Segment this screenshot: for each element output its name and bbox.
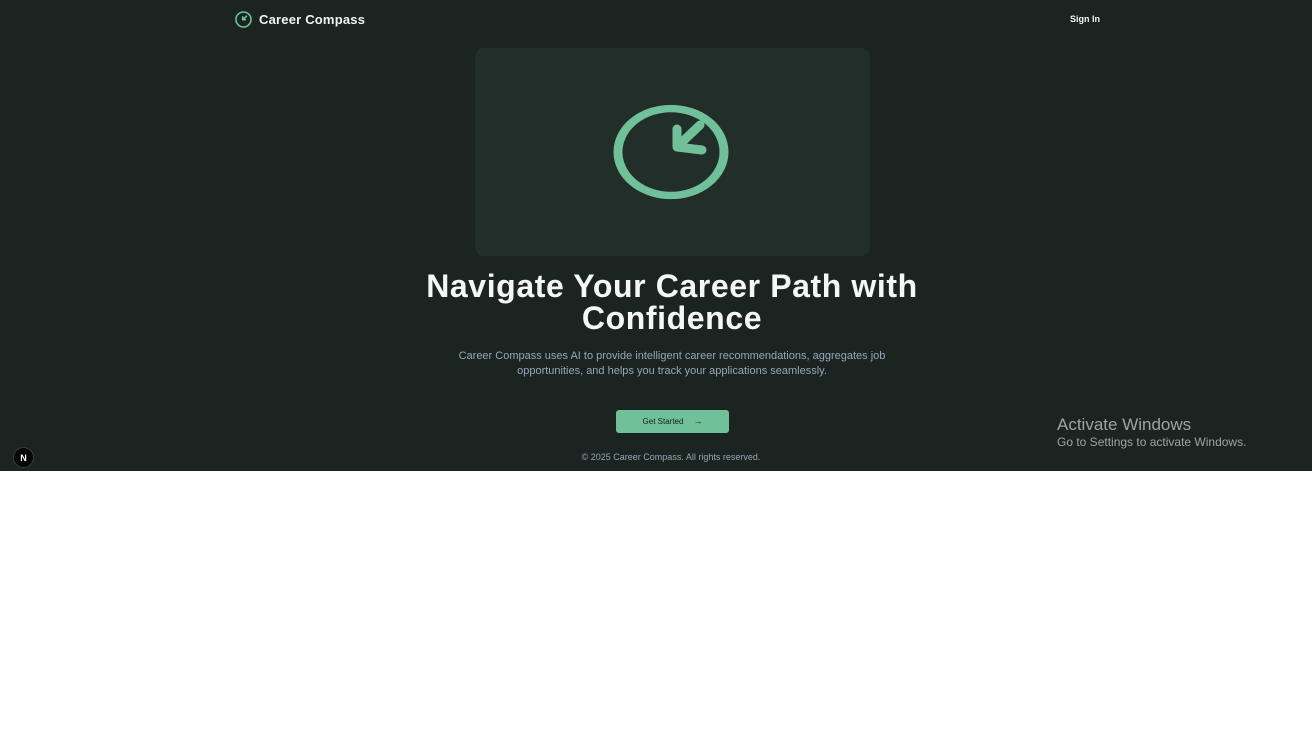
hero-subtitle: Career Compass uses AI to provide intell… [458,350,886,377]
compass-icon [235,11,252,28]
get-started-label: Get Started [642,417,684,426]
nextjs-icon: N [20,452,27,463]
brand-logo-link[interactable]: Career Compass [234,10,365,29]
nextjs-dev-badge[interactable]: N [13,447,34,468]
brand-name: Career Compass [259,12,366,27]
top-navbar: Career Compass Sign In [234,10,1102,32]
windows-activation-watermark: Activate Windows Go to Settings to activ… [1057,415,1307,449]
hero-illustration-card [475,48,870,256]
arrow-right-icon: → [693,416,703,426]
activation-title: Activate Windows [1057,415,1192,434]
hero-title: Navigate Your Career Path with Confidenc… [426,268,918,336]
sign-in-link[interactable]: Sign In [1070,14,1100,24]
app-window: Career Compass Sign In Navigate Your Car… [0,0,1312,471]
activation-subtitle: Go to Settings to activate Windows. [1057,435,1247,449]
footer-copyright: © 2025 Career Compass. All rights reserv… [581,452,761,462]
get-started-button[interactable]: Get Started → [616,410,729,433]
compass-icon [613,104,729,200]
